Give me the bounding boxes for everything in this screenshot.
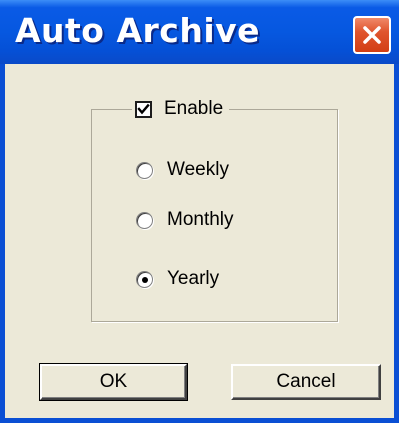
radio-monthly[interactable]: Monthly (136, 209, 234, 231)
checkmark-icon (137, 103, 150, 114)
enable-checkbox-box[interactable] (135, 100, 152, 118)
radio-monthly-circle[interactable] (136, 211, 153, 229)
close-button[interactable] (353, 16, 391, 54)
cancel-button[interactable]: Cancel (231, 364, 381, 400)
title-bar[interactable]: Auto Archive (0, 0, 399, 64)
radio-selected-dot (142, 276, 148, 283)
radio-yearly[interactable]: Yearly (136, 268, 219, 290)
enable-checkbox[interactable]: Enable (132, 92, 230, 126)
radio-weekly-label: Weekly (167, 159, 229, 180)
radio-yearly-label: Yearly (167, 268, 220, 289)
enable-label: Enable (164, 98, 224, 119)
ok-button[interactable]: OK (39, 363, 188, 401)
radio-monthly-label: Monthly (167, 209, 234, 230)
radio-weekly-circle[interactable] (136, 161, 153, 179)
close-icon (363, 26, 381, 44)
radio-yearly-circle[interactable] (136, 270, 153, 288)
window-title: Auto Archive (15, 11, 261, 50)
radio-weekly[interactable]: Weekly (136, 159, 229, 181)
